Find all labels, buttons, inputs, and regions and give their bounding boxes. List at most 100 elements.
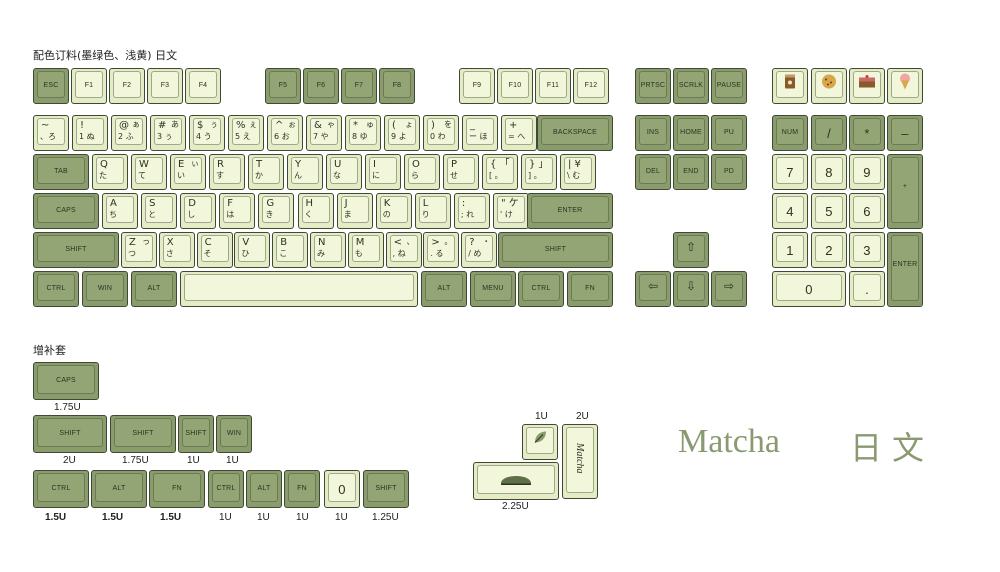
key-num2[interactable]: 2 [811,232,847,268]
key-row3-9[interactable]: :; れ [453,193,490,229]
key-row2-4[interactable]: Tか [248,154,284,190]
key-row1-6[interactable]: ^ 6 お ぉ [267,115,303,151]
addon-key-225u[interactable] [473,462,559,500]
addon-key-alt-1u[interactable]: ALT [246,470,282,508]
key-row2-9[interactable]: Pせ [443,154,479,190]
key-menu[interactable]: MENU [470,271,516,307]
key-pu[interactable]: PU [711,115,747,151]
key-row2-12[interactable]: | ¥ \ む [560,154,596,190]
key-numpad-dot[interactable]: . [849,271,885,307]
key-pause[interactable]: PAUSE [711,68,747,104]
key-row1-12[interactable]: + = へ [501,115,537,151]
key-minus[interactable]: – [887,115,923,151]
key-row2-11[interactable]: } 」] 。 [521,154,557,190]
key-row1-9[interactable]: (9 よ ょ [384,115,420,151]
key-row2-1[interactable]: Wて [131,154,167,190]
key-num8[interactable]: 8 [811,154,847,190]
key-row2-2[interactable]: Eいぃ [170,154,206,190]
key-home[interactable]: HOME [673,115,709,151]
key-row3-2[interactable]: Dし [180,193,217,229]
key-row4-0[interactable]: Zつっ [121,232,157,268]
key-row2-6[interactable]: Uな [326,154,362,190]
key-f11[interactable]: F11 [535,68,571,104]
key-f5[interactable]: F5 [265,68,301,104]
key-row2-7[interactable]: Iに [365,154,401,190]
key-caps[interactable]: CAPS [33,193,99,229]
key-row1-11[interactable]: _ ー ほ [462,115,498,151]
key-row1-3[interactable]: #3 ぅ あ [150,115,186,151]
key-num3[interactable]: 3 [849,232,885,268]
key-row4-1[interactable]: Xさ [158,232,195,268]
key-f4[interactable]: F4 [185,68,221,104]
key-row2-0[interactable]: Qた [92,154,128,190]
key-row3-10[interactable]: " ケ ' け [493,193,529,229]
addon-key-leaf[interactable] [522,424,558,460]
key-alt-left[interactable]: ALT [131,271,177,307]
key-ctrl-right[interactable]: CTRL [518,271,564,307]
key-end[interactable]: END [673,154,709,190]
key-row2-8[interactable]: Oら [404,154,440,190]
key-ins[interactable]: INS [635,115,671,151]
key-row3-0[interactable]: Aち [102,193,138,229]
key-num6[interactable]: 6 [849,193,885,229]
key-f2[interactable]: F2 [109,68,145,104]
addon-key-alt-15u[interactable]: ALT [91,470,147,508]
key-row3-8[interactable]: Lり [414,193,451,229]
addon-key-ctrl-15u[interactable]: CTRL [33,470,89,508]
key-divide[interactable]: / [811,115,847,151]
key-shift-right[interactable]: SHIFT [498,232,613,268]
key-f8[interactable]: F8 [379,68,415,104]
key-row1-8[interactable]: * 8 ゆ ゅ [345,115,381,151]
key-f6[interactable]: F6 [303,68,339,104]
key-row4-4[interactable]: Bこ [272,232,309,268]
addon-key-shift-175u[interactable]: SHIFT [110,415,176,453]
addon-key-shift-2u[interactable]: SHIFT [33,415,107,453]
addon-key-shift-125u[interactable]: SHIFT [363,470,409,508]
key-num9[interactable]: 9 [849,154,885,190]
key-row3-4[interactable]: Gき [258,193,295,229]
key-row2-10[interactable]: { 「[ 。 [482,154,518,190]
key-row1-7[interactable]: & 7 や ゃ [306,115,342,151]
key-row3-3[interactable]: Fは [219,193,256,229]
key-alt-right[interactable]: ALT [421,271,467,307]
key-cookie[interactable] [811,68,847,104]
key-arrow-left[interactable]: ⇦ [635,271,671,307]
key-row1-1[interactable]: ! 1 ぬ [72,115,108,151]
key-row3-1[interactable]: Sと [141,193,178,229]
key-row4-3[interactable]: Vひ [234,232,271,268]
key-num1[interactable]: 1 [772,232,808,268]
key-num5[interactable]: 5 [811,193,847,229]
key-num[interactable]: NUM [772,115,808,151]
key-icecream[interactable] [887,68,923,104]
addon-key-fn-15u[interactable]: FN [149,470,205,508]
key-row4-6[interactable]: Mも [347,232,384,268]
key-fn[interactable]: FN [567,271,613,307]
key-f3[interactable]: F3 [147,68,183,104]
addon-key-fn-1u[interactable]: FN [284,470,320,508]
key-f9[interactable]: F9 [459,68,495,104]
key-row4-7[interactable]: <, ね、 [385,232,422,268]
key-tab[interactable]: TAB [33,154,89,190]
key-row4-5[interactable]: Nみ [310,232,346,268]
key-num7[interactable]: 7 [772,154,808,190]
key-row4-2[interactable]: Cそ [196,232,233,268]
key-win[interactable]: WIN [82,271,128,307]
key-f12[interactable]: F12 [573,68,609,104]
key-row1-0[interactable]: ~ 、ろ [33,115,69,151]
key-shift-left[interactable]: SHIFT [33,232,119,268]
key-enter[interactable]: ENTER [527,193,613,229]
key-coffee[interactable] [772,68,808,104]
key-arrow-up[interactable]: ⇧ [673,232,709,268]
addon-key-win[interactable]: WIN [216,415,252,453]
key-row3-7[interactable]: Kの [375,193,412,229]
addon-key-zero[interactable]: 0 [324,470,360,508]
key-row3-5[interactable]: Hく [297,193,334,229]
key-num4[interactable]: 4 [772,193,808,229]
key-cake[interactable] [849,68,885,104]
key-esc[interactable]: ESC [33,68,69,104]
key-multiply[interactable]: * [849,115,885,151]
key-row1-4[interactable]: $4 う ぅ [189,115,225,151]
key-f10[interactable]: F10 [497,68,533,104]
key-row1-2[interactable]: @2 ふ ぁ [111,115,147,151]
key-backspace[interactable]: BACKSPACE [537,115,613,151]
